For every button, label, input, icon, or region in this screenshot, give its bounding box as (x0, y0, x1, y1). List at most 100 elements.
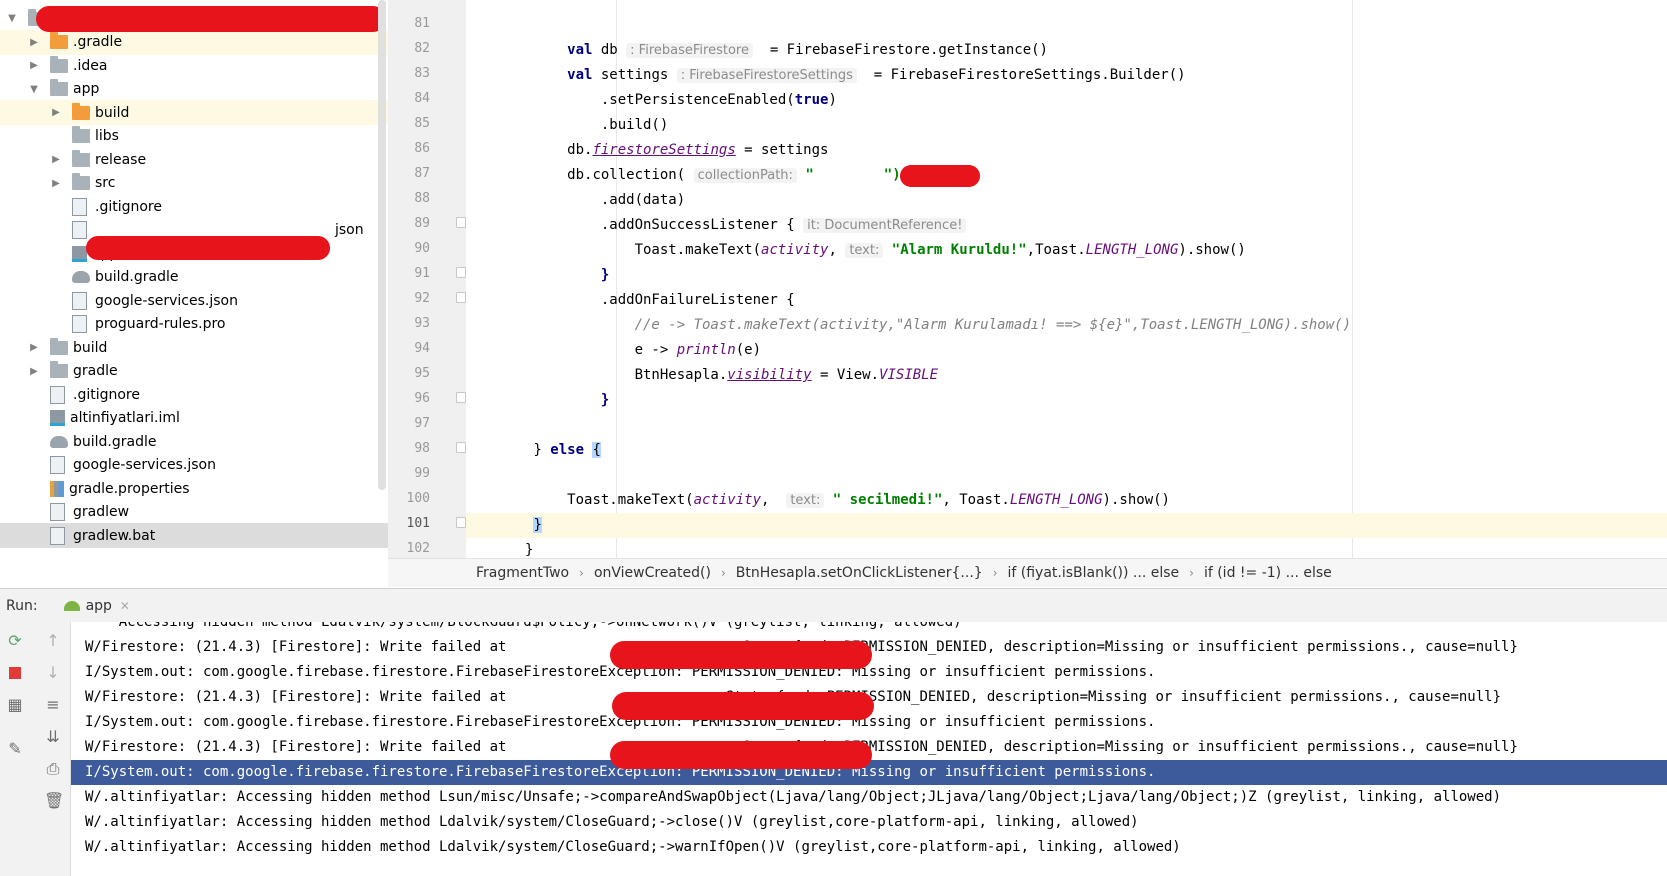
breadcrumb-item[interactable]: FragmentTwo (466, 565, 579, 581)
code-line-93[interactable]: //e -> Toast.makeText(activity,"Alarm Ku… (466, 313, 1667, 338)
fold-marker-icon[interactable] (456, 292, 466, 303)
expand-arrow-icon[interactable]: ▼ (6, 13, 18, 24)
console-line[interactable]: W/.altinfiyatlar: Accessing hidden metho… (71, 810, 1667, 835)
print-icon[interactable]: ⎙ (44, 760, 62, 778)
tree-item[interactable]: ▶ .gradle (0, 29, 388, 55)
breadcrumb-item[interactable]: if (fiyat.isBlank()) ... else (998, 565, 1190, 581)
fold-marker-icon[interactable] (456, 392, 466, 403)
rerun-icon[interactable]: ⟳ (6, 632, 24, 650)
tree-item[interactable]: google-services.json (0, 453, 388, 478)
collapse-arrow-icon[interactable]: ▶ (50, 107, 62, 118)
layout-icon[interactable]: ▦ (6, 696, 24, 714)
code-line-101[interactable]: } (466, 513, 1667, 538)
tree-item[interactable]: altinfiyatlari.iml (0, 406, 388, 431)
line-number: 81 (414, 16, 430, 31)
tree-item[interactable]: gradlew.bat (0, 523, 388, 548)
redaction-mark (86, 236, 330, 260)
trash-icon[interactable]: 🗑 (44, 792, 64, 810)
tree-item[interactable]: build.gradle (0, 429, 388, 454)
code-line-85[interactable]: .build() (466, 113, 1667, 138)
tree-scrollbar[interactable] (378, 0, 386, 490)
tree-item[interactable]: build.gradle (0, 265, 388, 290)
fold-marker-icon[interactable] (456, 442, 466, 453)
code-line-82[interactable]: val db : FirebaseFirestore = FirebaseFir… (466, 38, 1667, 63)
tree-item[interactable]: gradlew (0, 500, 388, 525)
code-line-86[interactable]: db.firestoreSettings = settings (466, 138, 1667, 163)
code-line-87[interactable]: db.collection( collectionPath: " ") (466, 163, 1667, 188)
code-line-96[interactable]: } (466, 388, 1667, 413)
breadcrumb-item[interactable]: onViewCreated() (584, 565, 721, 581)
code-line-98[interactable]: } else { (466, 438, 1667, 463)
json-file-icon (50, 456, 65, 474)
json-file-icon (72, 221, 87, 239)
gradle-file-icon (72, 271, 90, 283)
code-line-95[interactable]: BtnHesapla.visibility = View.VISIBLE (466, 363, 1667, 388)
folder-icon (50, 337, 68, 355)
tree-item[interactable]: ▼ app (0, 77, 388, 102)
tree-item-label: json (335, 222, 364, 238)
code-line-91[interactable]: } (466, 263, 1667, 288)
fold-marker-icon[interactable] (456, 517, 466, 528)
tree-item[interactable]: .gitignore (0, 382, 388, 407)
close-icon[interactable]: ✕ (120, 599, 130, 613)
module-folder-icon (50, 79, 68, 96)
tab-app[interactable]: app ✕ (63, 598, 130, 614)
scroll-down-icon[interactable]: ↓ (44, 664, 62, 682)
stop-icon[interactable] (6, 664, 24, 682)
code-line-92[interactable]: .addOnFailureListener { (466, 288, 1667, 313)
code-line-88[interactable]: .add(data) (466, 188, 1667, 213)
breadcrumb-item[interactable]: if (id != -1) ... else (1194, 565, 1342, 581)
collapse-arrow-icon[interactable]: ▶ (50, 178, 62, 189)
tree-item[interactable]: proguard-rules.pro (0, 312, 388, 337)
code-editor[interactable]: val db : FirebaseFirestore = FirebaseFir… (466, 0, 1667, 558)
collapse-arrow-icon[interactable]: ▶ (28, 37, 40, 48)
code-line-100[interactable]: Toast.makeText(activity, text: " secilme… (466, 488, 1667, 513)
tree-item-label: google-services.json (95, 292, 238, 309)
line-number: 95 (414, 366, 430, 381)
tree-item-label: build (95, 104, 130, 121)
tree-item-label: .gitignore (73, 386, 140, 403)
code-line-89[interactable]: .addOnSuccessListener { it: DocumentRefe… (466, 213, 1667, 238)
console-line[interactable]: W/.altinfiyatlar: Accessing hidden metho… (71, 785, 1667, 810)
code-line-90[interactable]: Toast.makeText(activity, text: "Alarm Ku… (466, 238, 1667, 263)
console-output[interactable]: Accessing hidden method Ldalvik/system/B… (71, 622, 1667, 876)
code-line-84[interactable]: .setPersistenceEnabled(true) (466, 88, 1667, 113)
tree-item[interactable]: .gitignore (0, 194, 388, 219)
tab-label: app (85, 598, 112, 614)
line-number: 85 (414, 116, 430, 131)
soft-wrap-icon[interactable]: ≡ (44, 696, 62, 714)
properties-file-icon (50, 480, 64, 497)
collapse-arrow-icon[interactable]: ▶ (28, 60, 40, 71)
scroll-to-end-icon[interactable]: ⇊ (44, 728, 62, 746)
console-line[interactable]: Accessing hidden method Ldalvik/system/B… (71, 622, 1667, 635)
folder-icon (72, 149, 90, 167)
breadcrumb: FragmentTwo › onViewCreated() › BtnHesapla… (388, 558, 1667, 587)
pin-icon[interactable]: ✎ (6, 740, 24, 758)
tree-item[interactable]: libs (0, 124, 388, 149)
tree-item[interactable]: ▶ release (0, 147, 388, 172)
tree-item[interactable]: ▶ gradle (0, 359, 388, 384)
tree-item[interactable]: gradle.properties (0, 476, 388, 501)
code-line-102[interactable]: } (466, 538, 1667, 558)
folder-orange-icon (72, 102, 90, 120)
project-tree: ▼ ▶ .gradle ▶ .idea ▼ app ▶ build libs ▶ release ▶ sr… (0, 0, 388, 585)
collapse-arrow-icon[interactable]: ▶ (28, 366, 40, 377)
lambda-hint: it: DocumentReference! (803, 218, 967, 233)
collapse-arrow-icon[interactable]: ▶ (50, 154, 62, 165)
console-line[interactable]: W/.altinfiyatlar: Accessing hidden metho… (71, 835, 1667, 860)
console-line[interactable]: I/System.out: com.google.firebase.firest… (71, 660, 1667, 685)
tree-item[interactable]: ▶ build (0, 100, 388, 125)
breadcrumb-item[interactable]: BtnHesapla.setOnClickListener{...} (726, 565, 993, 581)
console-line[interactable]: I/System.out: com.google.firebase.firest… (71, 760, 1667, 785)
collapse-arrow-icon[interactable]: ▶ (28, 342, 40, 353)
tree-item[interactable]: ▶ .idea (0, 53, 388, 78)
tree-item[interactable]: ▶ src (0, 171, 388, 196)
scroll-up-icon[interactable]: ↑ (44, 632, 62, 650)
expand-arrow-icon[interactable]: ▼ (28, 84, 40, 95)
fold-marker-icon[interactable] (456, 217, 466, 228)
tree-item[interactable]: google-services.json (0, 288, 388, 313)
code-line-83[interactable]: val settings : FirebaseFirestoreSettings… (466, 63, 1667, 88)
code-line-94[interactable]: e -> println(e) (466, 338, 1667, 363)
tree-item[interactable]: ▶ build (0, 335, 388, 360)
fold-marker-icon[interactable] (456, 267, 466, 278)
